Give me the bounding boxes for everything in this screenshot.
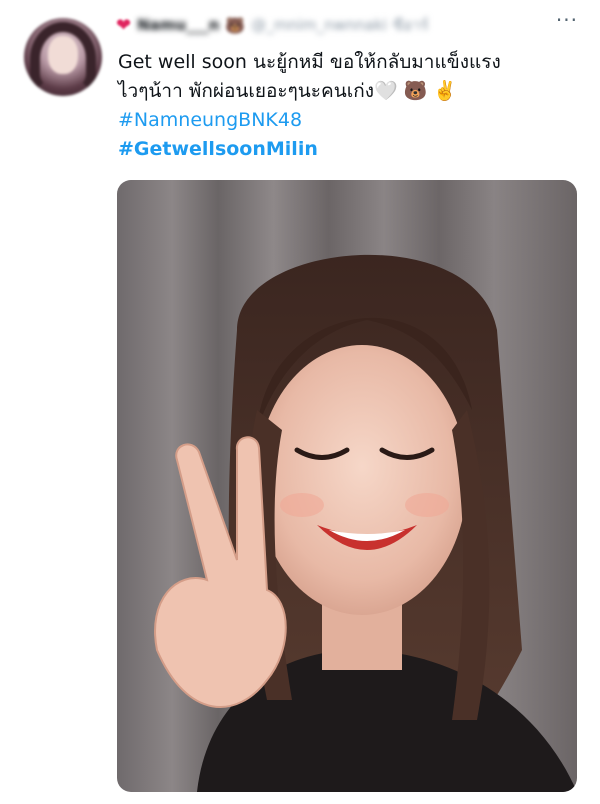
tweet-text-line-2: ไวๆน้าา พักผ่อนเยอะๆนะคนเก่ง🤍 🐻 ✌️ <box>118 80 458 102</box>
tweet-photo[interactable] <box>117 180 577 792</box>
tweet-text-line-1: Get well soon นะยู้กหมี ขอให้กลับมาแข็งแ… <box>118 51 501 73</box>
right-cheek <box>405 493 449 517</box>
left-cheek <box>280 493 324 517</box>
verified-text: ซีอาร์ <box>392 16 429 34</box>
tweet: ❤ Namu___n 🐻 @_mnim_nwnnaki ซีอาร์ ··· G… <box>0 0 600 804</box>
tweet-text: Get well soon นะยู้กหมี ขอให้กลับมาแข็งแ… <box>118 48 578 164</box>
hashtag-getwellsoon[interactable]: #GetwellsoonMilin <box>118 135 578 164</box>
bear-icon: 🐻 <box>225 15 246 35</box>
heart-icon: ❤ <box>116 14 132 36</box>
photo-illustration <box>154 254 577 792</box>
author-handle[interactable]: @_mnim_nwnnaki <box>251 16 387 34</box>
author-name[interactable]: Namu___n <box>137 16 219 34</box>
avatar-face <box>48 36 78 74</box>
avatar[interactable] <box>24 18 102 96</box>
tweet-header: ❤ Namu___n 🐻 @_mnim_nwnnaki ซีอาร์ <box>116 12 556 38</box>
hashtag-namneung[interactable]: #NamneungBNK48 <box>118 106 578 135</box>
face <box>257 345 467 615</box>
more-options-icon[interactable]: ··· <box>556 8 578 32</box>
